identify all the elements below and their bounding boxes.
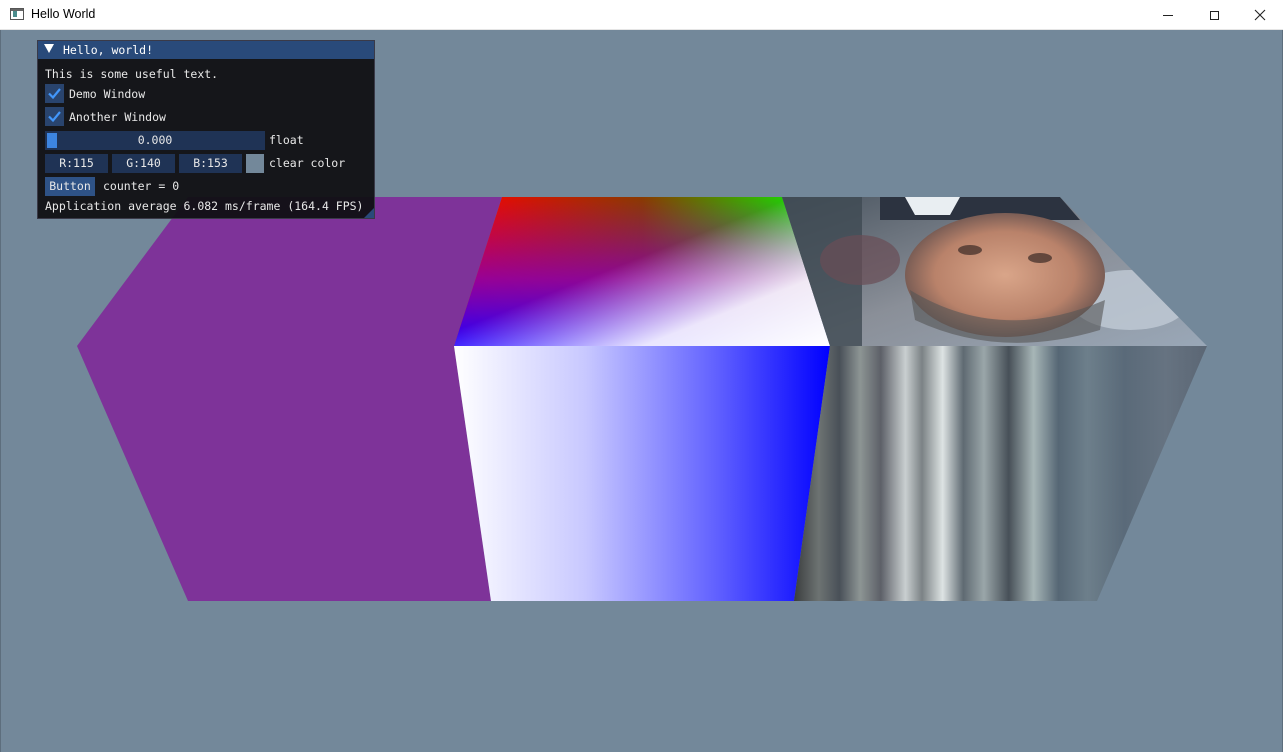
color-swatch[interactable]: [246, 154, 264, 173]
useful-text: This is some useful text.: [45, 67, 219, 81]
photo-top-face: [782, 197, 1207, 346]
slider-value: 0.000: [137, 133, 173, 147]
imgui-title: Hello, world!: [63, 43, 154, 57]
demo-window-checkbox[interactable]: [45, 84, 64, 103]
resize-grip-icon[interactable]: [364, 208, 374, 218]
close-button[interactable]: [1237, 0, 1283, 30]
window-title: Hello World: [31, 7, 96, 21]
close-icon: [1254, 9, 1266, 21]
color-g-field[interactable]: G:140: [112, 154, 175, 173]
color-b-field[interactable]: B:153: [179, 154, 242, 173]
counter-button[interactable]: Button: [45, 177, 95, 196]
maximize-button[interactable]: [1191, 0, 1237, 30]
title-bar: Hello World: [0, 0, 1283, 30]
minimize-icon: [1163, 14, 1173, 16]
photo-front-face: [794, 346, 1207, 601]
demo-window-label: Demo Window: [69, 87, 146, 101]
maximize-icon: [1209, 10, 1219, 20]
float-slider[interactable]: 0.000: [45, 131, 265, 150]
imgui-title-bar[interactable]: Hello, world!: [38, 41, 374, 59]
color-r-field[interactable]: R:115: [45, 154, 108, 173]
slider-label: float: [269, 133, 304, 147]
minimize-button[interactable]: [1145, 0, 1191, 30]
clear-color-label: clear color: [269, 156, 346, 170]
another-window-label: Another Window: [69, 110, 166, 124]
imgui-hello-window[interactable]: Hello, world! This is some useful text. …: [37, 40, 375, 219]
collapse-arrow-icon[interactable]: [44, 44, 54, 53]
fps-text: Application average 6.082 ms/frame (164.…: [45, 199, 364, 213]
counter-text: counter = 0: [103, 179, 180, 193]
gradient-top-face: [454, 197, 830, 346]
checkmark-icon: [48, 111, 61, 123]
checkmark-icon: [48, 88, 61, 100]
another-window-checkbox[interactable]: [45, 107, 64, 126]
purple-face: [77, 197, 502, 601]
app-window-icon: [10, 8, 24, 20]
gradient-front-face: [454, 346, 830, 601]
